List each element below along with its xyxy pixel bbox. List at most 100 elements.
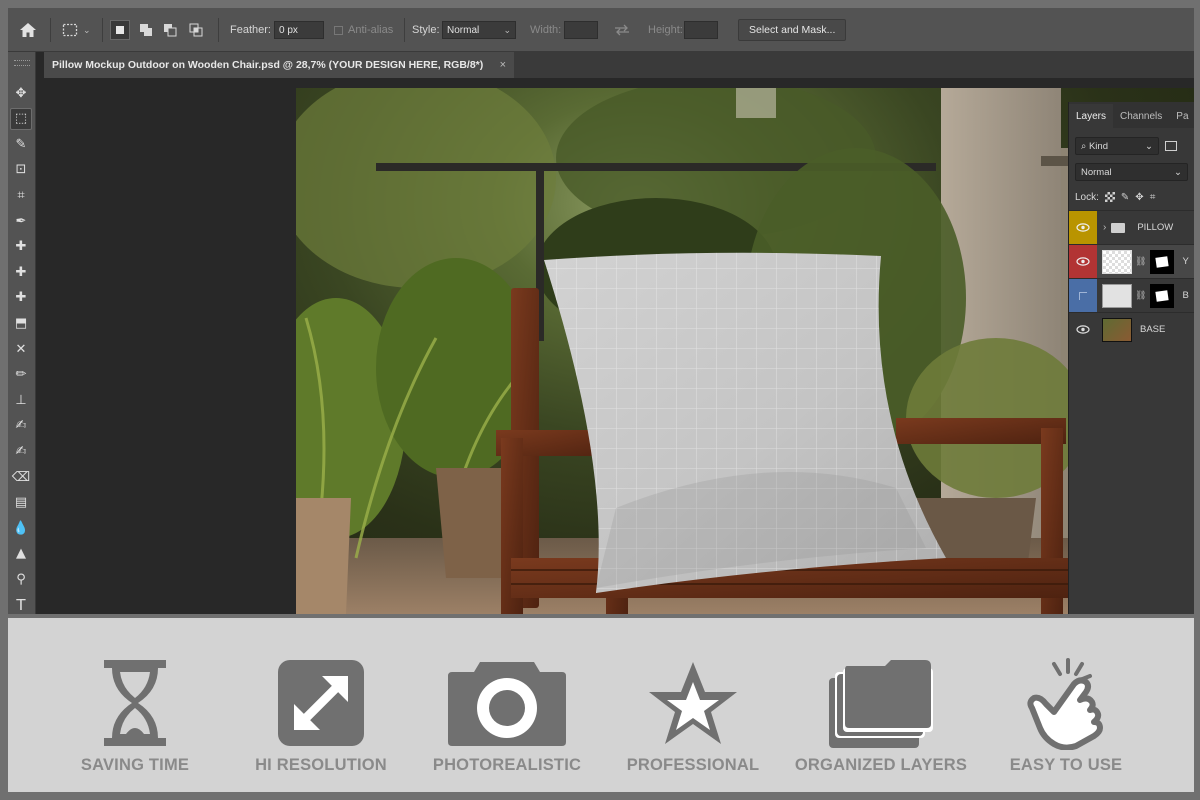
options-bar: ⌄ Feather: 0 px Anti-alias Style: Normal… <box>8 8 1194 52</box>
link-icon: ⛓ <box>1135 290 1147 300</box>
style-dropdown[interactable]: Normal ⌄ <box>442 8 516 52</box>
lock-transparency-icon[interactable] <box>1104 192 1115 202</box>
folder-icon <box>1111 222 1126 233</box>
art-history-brush-tool-icon[interactable]: ✍ <box>10 440 32 462</box>
bandaid-tool-icon[interactable]: ✚ <box>10 287 32 309</box>
tab-paths[interactable]: Pa <box>1169 104 1194 128</box>
layer-name: BASE <box>1140 324 1166 335</box>
mockup-photo <box>296 88 1194 614</box>
filter-kind-dropdown[interactable]: ⌕ Kind ⌄ <box>1075 137 1159 155</box>
select-and-mask-button[interactable]: Select and Mask... <box>738 19 847 41</box>
camera-icon <box>448 662 566 746</box>
chevron-down-icon: ⌄ <box>1174 166 1182 178</box>
lock-pixels-icon[interactable]: ✎ <box>1121 192 1129 203</box>
sharpen-tool-icon[interactable]: ▲ <box>10 543 32 565</box>
chevron-right-icon[interactable]: › <box>1103 222 1106 233</box>
intersect-selection-button[interactable] <box>186 8 206 52</box>
tab-paths-label: Pa <box>1176 110 1189 122</box>
blend-row: Normal ⌄ <box>1069 160 1194 184</box>
width-input[interactable] <box>564 21 598 39</box>
height-label-text: Height: <box>648 24 683 36</box>
layer-row-b[interactable]: ⛓ B <box>1069 278 1194 313</box>
visibility-toggle[interactable] <box>1069 278 1097 313</box>
mask-thumbnail <box>1150 249 1175 274</box>
quick-select-tool-icon[interactable]: ✎ <box>10 133 32 155</box>
close-icon[interactable]: × <box>500 59 506 71</box>
marquee-tool-icon[interactable]: ⬚ <box>10 107 32 130</box>
layer-row-pillow[interactable]: › PILLOW <box>1069 210 1194 245</box>
visibility-eye-icon[interactable] <box>1069 244 1097 279</box>
visibility-eye-icon[interactable] <box>1069 210 1097 245</box>
eyedropper-tool-icon[interactable]: ✒ <box>10 210 32 232</box>
click-hand-icon <box>1027 658 1103 750</box>
document-tab[interactable]: Pillow Mockup Outdoor on Wooden Chair.ps… <box>44 52 514 78</box>
new-selection-button[interactable] <box>110 8 130 52</box>
blend-mode-value: Normal <box>1081 166 1112 178</box>
crop-frame-tool-icon[interactable]: ⊡ <box>10 159 32 181</box>
expand-arrows-icon <box>278 660 364 746</box>
width-label: Width: <box>530 8 561 52</box>
patch-tool-icon[interactable]: ⬒ <box>10 312 32 334</box>
height-input[interactable] <box>684 21 718 39</box>
text-tool-icon[interactable]: T <box>10 594 32 614</box>
layer-name: PILLOW <box>1137 222 1174 233</box>
marquee-rect-icon <box>60 20 80 40</box>
feature-hi-resolution: HI RESOLUTION <box>221 652 421 782</box>
eraser-tool-icon[interactable]: ⌫ <box>10 466 32 488</box>
layer-name: B <box>1182 290 1189 301</box>
brush-tool-icon[interactable]: ✏ <box>10 364 32 386</box>
intersect-selection-icon <box>186 20 206 40</box>
lock-position-icon[interactable]: ✥ <box>1135 192 1143 203</box>
blend-mode-dropdown[interactable]: Normal ⌄ <box>1075 163 1188 181</box>
mask-thumbnail <box>1150 283 1175 308</box>
feature-organized-layers: ORGANIZED LAYERS <box>781 652 981 782</box>
move-tool-icon[interactable]: ✥ <box>10 82 32 104</box>
add-selection-button[interactable] <box>136 8 156 52</box>
layers-panel: Layers Channels Pa ⌕ Kind ⌄ Normal ⌄ Loc… <box>1068 102 1194 614</box>
tools-panel: ✥ ⬚ ✎ ⊡ ⌗ ✒ ✚ ✚ ✚ ⬒ ✕ ✏ ⊥ ✍ ✍ ⌫ ▤ 💧 ▲ ⚲ T <box>8 52 36 614</box>
canvas-area[interactable] <box>36 78 1194 614</box>
spot-healing-tool-icon[interactable]: ✚ <box>10 236 32 258</box>
feature-professional: PROFESSIONAL <box>593 652 793 782</box>
width-field[interactable] <box>564 8 598 52</box>
feather-input[interactable]: 0 px <box>274 21 324 39</box>
crop-tool-icon[interactable]: ⌗ <box>10 184 32 206</box>
new-selection-icon <box>110 20 130 40</box>
feature-label: PROFESSIONAL <box>626 756 760 774</box>
layer-thumbnail <box>1102 317 1132 342</box>
stamp-tool-icon[interactable]: ⊥ <box>10 389 32 411</box>
lock-artboard-icon[interactable]: ⌗ <box>1150 192 1156 203</box>
feather-field[interactable]: 0 px <box>274 8 324 52</box>
hourglass-icon <box>104 660 166 746</box>
visibility-eye-icon[interactable] <box>1069 313 1097 347</box>
height-field[interactable] <box>684 8 718 52</box>
gradient-tool-icon[interactable]: ▤ <box>10 492 32 514</box>
layer-row-design[interactable]: ⛓ Y <box>1069 244 1194 279</box>
tab-layers[interactable]: Layers <box>1069 104 1114 128</box>
feather-label-text: Feather: <box>230 24 271 36</box>
healing-brush-tool-icon[interactable]: ✚ <box>10 261 32 283</box>
feature-photorealistic: PHOTOREALISTIC <box>407 652 607 782</box>
home-button[interactable] <box>18 8 38 52</box>
dodge-tool-icon[interactable]: ⚲ <box>10 568 32 590</box>
layer-row-base[interactable]: BASE <box>1069 312 1194 346</box>
image-filter-icon[interactable] <box>1165 141 1177 151</box>
subtract-selection-button[interactable] <box>160 8 180 52</box>
feature-easy-to-use: EASY TO USE <box>966 652 1166 782</box>
tab-channels-label: Channels <box>1120 110 1163 122</box>
marquee-preset-button[interactable]: ⌄ <box>60 8 91 52</box>
history-brush-tool-icon[interactable]: ✍ <box>10 415 32 437</box>
checkbox-icon <box>334 25 343 35</box>
feature-label: HI RESOLUTION <box>255 756 387 774</box>
tab-channels[interactable]: Channels <box>1113 104 1169 128</box>
swap-dimensions-button[interactable] <box>612 8 632 52</box>
layers-folder-icon <box>829 660 933 748</box>
blur-tool-icon[interactable]: 💧 <box>10 517 32 539</box>
add-selection-icon <box>136 20 156 40</box>
content-aware-move-tool-icon[interactable]: ✕ <box>10 338 32 360</box>
panel-grip[interactable] <box>14 60 30 66</box>
anti-alias-checkbox[interactable]: Anti-alias <box>334 8 393 52</box>
filter-row: ⌕ Kind ⌄ <box>1069 132 1194 160</box>
photoshop-window: ⌄ Feather: 0 px Anti-alias Style: Normal… <box>8 8 1194 614</box>
tab-layers-label: Layers <box>1076 110 1107 122</box>
